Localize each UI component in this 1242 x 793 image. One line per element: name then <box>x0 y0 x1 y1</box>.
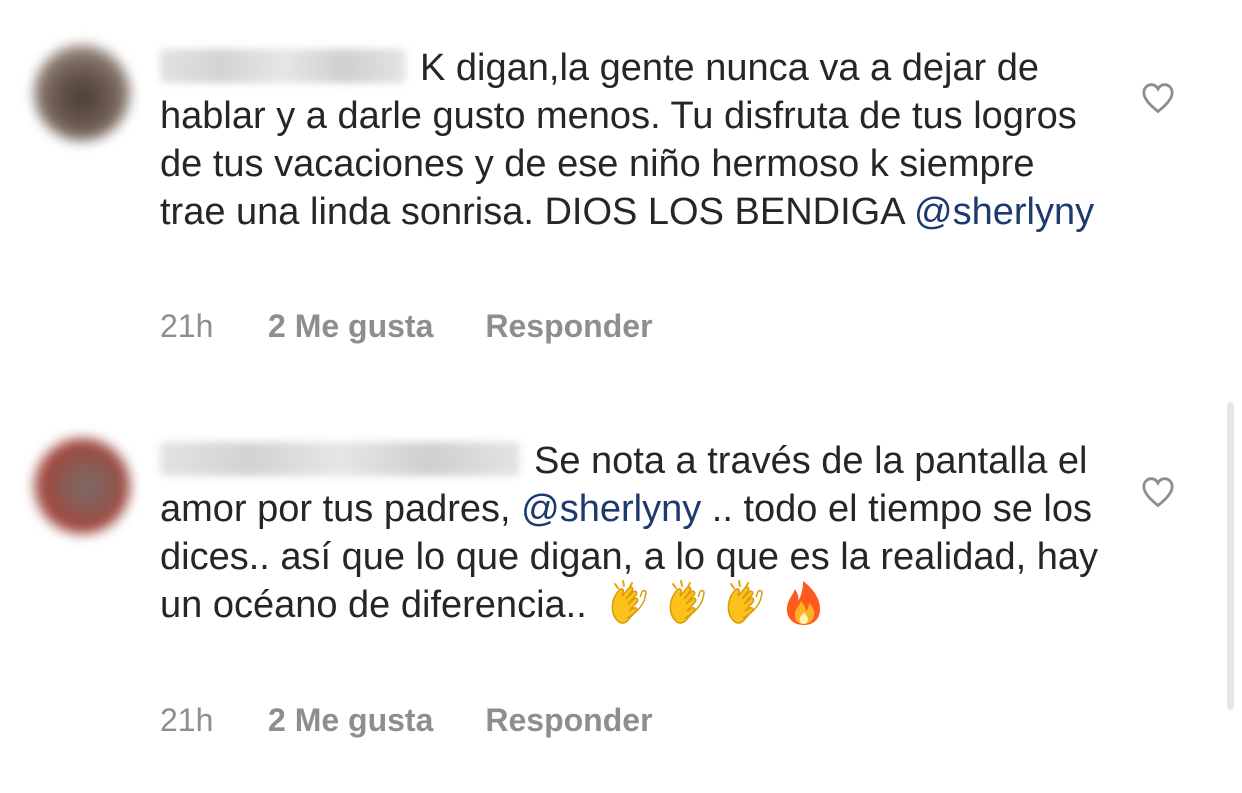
mention-link[interactable]: @sherlyny <box>914 191 1094 233</box>
clapping-hands-icon <box>669 579 706 624</box>
reply-button[interactable]: Responder <box>485 702 652 739</box>
scrollbar[interactable] <box>1227 402 1234 710</box>
heart-outline-icon[interactable] <box>1141 82 1175 114</box>
reply-button[interactable]: Responder <box>485 308 652 345</box>
fire-icon <box>787 580 821 625</box>
comment-text: Se nota a través de la pantalla el amor … <box>160 437 1100 632</box>
avatar[interactable] <box>34 45 130 141</box>
mention-link[interactable]: @sherlyny <box>521 488 701 530</box>
likes-count[interactable]: 2 Me gusta <box>268 702 433 739</box>
timestamp: 21h <box>160 702 214 738</box>
heart-outline-icon[interactable] <box>1141 476 1175 508</box>
username-blurred[interactable] <box>160 441 520 476</box>
comment-meta: 21h 2 Me gusta Responder <box>160 308 653 345</box>
likes-count[interactable]: 2 Me gusta <box>268 308 433 345</box>
avatar[interactable] <box>34 438 130 534</box>
clapping-hands-icon <box>727 579 764 624</box>
username-blurred[interactable] <box>160 48 406 83</box>
timestamp: 21h <box>160 308 214 344</box>
clapping-hands-icon <box>611 579 648 624</box>
comment-meta: 21h 2 Me gusta Responder <box>160 702 653 739</box>
comment-text: K digan,la gente nunca va a dejar de hab… <box>160 44 1100 236</box>
